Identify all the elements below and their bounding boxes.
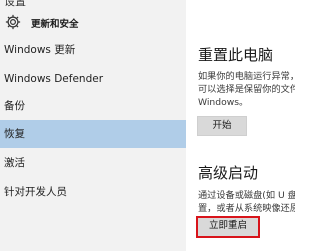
sidebar-header-title: 更新和安全 <box>31 19 79 30</box>
restart-now-button[interactable]: 立即重启 <box>196 216 260 238</box>
sidebar-item-recovery[interactable]: 恢复 <box>0 120 186 148</box>
sidebar-item-windows-update[interactable]: Windows 更新 <box>0 38 186 62</box>
advanced-startup-description-line: 置，或者从系统映像还原 <box>198 203 295 214</box>
sidebar-item-label: 备份 <box>4 100 25 112</box>
reset-start-button[interactable]: 开始 <box>197 116 247 136</box>
window-title-strip: 设置 <box>0 0 186 9</box>
recovery-content-pane: 重置此电脑 如果你的电脑运行异常， 可以选择是保留你的文件 Windows。 开… <box>186 0 295 251</box>
advanced-startup-description-line: 通过设备或磁盘(如 U 盘 <box>198 190 295 201</box>
gear-icon <box>5 14 21 30</box>
reset-pc-description-line: 如果你的电脑运行异常， <box>198 71 295 82</box>
window-title: 设置 <box>4 0 26 8</box>
sidebar-item-windows-defender[interactable]: Windows Defender <box>0 67 186 91</box>
settings-sidebar: 设置 更新和安全 Windows 更新 Windows Defender 备份 … <box>0 0 186 251</box>
sidebar-header: 更新和安全 <box>0 9 186 39</box>
sidebar-item-for-developers[interactable]: 针对开发人员 <box>0 180 186 204</box>
sidebar-item-label: Windows Defender <box>4 73 104 85</box>
sidebar-item-label: 针对开发人员 <box>4 186 67 198</box>
reset-pc-description-line: Windows。 <box>198 97 249 108</box>
sidebar-item-backup[interactable]: 备份 <box>0 94 186 118</box>
reset-pc-description-line: 可以选择是保留你的文件 <box>198 84 295 95</box>
sidebar-item-activation[interactable]: 激活 <box>0 151 186 175</box>
advanced-startup-heading: 高级启动 <box>198 164 259 182</box>
sidebar-item-label: Windows 更新 <box>4 44 76 56</box>
reset-pc-heading: 重置此电脑 <box>198 46 274 64</box>
sidebar-item-label: 激活 <box>4 157 25 169</box>
sidebar-item-label: 恢复 <box>4 128 25 140</box>
